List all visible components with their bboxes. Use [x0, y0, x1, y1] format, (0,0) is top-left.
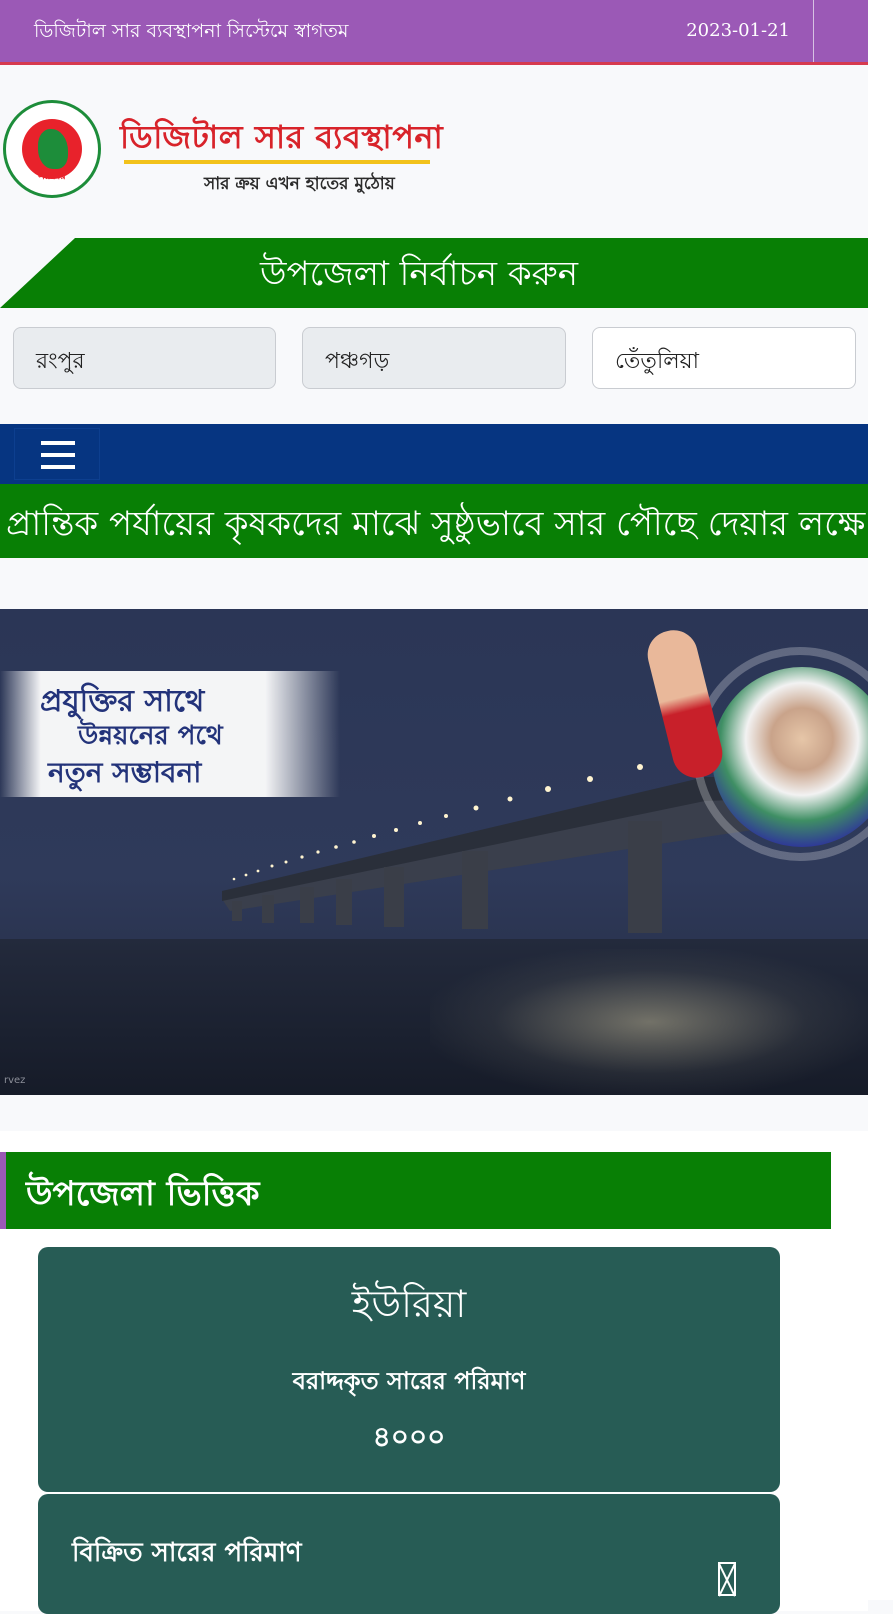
- emblem-text: সরকার: [38, 171, 66, 182]
- banner-wedge: [0, 238, 75, 308]
- welcome-text: ডিজিটাল সার ব্যবস্থাপনা সিস্টেমে স্বাগতম: [34, 20, 349, 42]
- main-navbar: [0, 424, 868, 484]
- site-title[interactable]: ডিজিটাল সার ব্যবস্থাপনা: [120, 112, 443, 166]
- hero-banner-image: প্রযুক্তির সাথে উন্নয়নের পথে নতুন সম্ভা…: [0, 609, 868, 1095]
- sold-amount-card: বিক্রিত সারের পরিমাণ: [38, 1494, 780, 1614]
- topbar-divider: [813, 0, 814, 62]
- upazila-select-label: উপজেলা নির্বাচন করুন: [260, 254, 579, 294]
- fertilizer-name: ইউরিয়া: [351, 1282, 467, 1326]
- upazila-select-banner: উপজেলা নির্বাচন করুন: [0, 238, 868, 308]
- page: ডিজিটাল সার ব্যবস্থাপনা সিস্টেমে স্বাগতম…: [0, 0, 868, 1614]
- urea-allocation-card: ইউরিয়া বরাদ্দকৃত সারের পরিমাণ ৪০০০: [38, 1247, 780, 1492]
- section-title: উপজেলা ভিত্তিক: [26, 1174, 260, 1214]
- bangladesh-map-icon: [38, 129, 68, 169]
- section-header: উপজেলা ভিত্তিক: [0, 1152, 831, 1229]
- current-date: 2023-01-21: [686, 20, 790, 41]
- hamburger-icon: [41, 441, 75, 445]
- missing-glyph-icon: [718, 1562, 736, 1596]
- division-select[interactable]: রংপুর: [13, 327, 276, 389]
- marquee-text: প্রান্তিক পর্যায়ের কৃষকদের মাঝে সুষ্ঠুভ…: [6, 504, 866, 544]
- slogan-ribbon: প্রযুক্তির সাথে উন্নয়নের পথে নতুন সম্ভা…: [0, 671, 340, 797]
- top-bar: ডিজিটাল সার ব্যবস্থাপনা সিস্টেমে স্বাগতম…: [0, 0, 868, 65]
- upazila-select[interactable]: তেঁতুলিয়া: [592, 327, 856, 389]
- district-select[interactable]: পঞ্চগড়: [302, 327, 566, 389]
- photo-watermark: rvez: [4, 1075, 26, 1086]
- government-emblem-logo: সরকার: [3, 100, 101, 198]
- page-edge: [868, 0, 893, 1600]
- menu-toggle-button[interactable]: [14, 428, 100, 480]
- hamburger-icon: [41, 453, 75, 457]
- news-marquee: প্রান্তিক পর্যায়ের কৃষকদের মাঝে সুষ্ঠুভ…: [0, 484, 868, 558]
- site-tagline: সার ক্রয় এখন হাতের মুঠোয়: [204, 174, 395, 194]
- slogan-line-3: নতুন সম্ভাবনা: [48, 756, 202, 789]
- hamburger-icon: [41, 465, 75, 469]
- allocated-amount-label: বরাদ্দকৃত সারের পরিমাণ: [292, 1367, 526, 1395]
- title-underline: [124, 160, 430, 164]
- allocated-amount-value: ৪০০০: [372, 1420, 446, 1453]
- sold-amount-label: বিক্রিত সারের পরিমাণ: [72, 1538, 302, 1568]
